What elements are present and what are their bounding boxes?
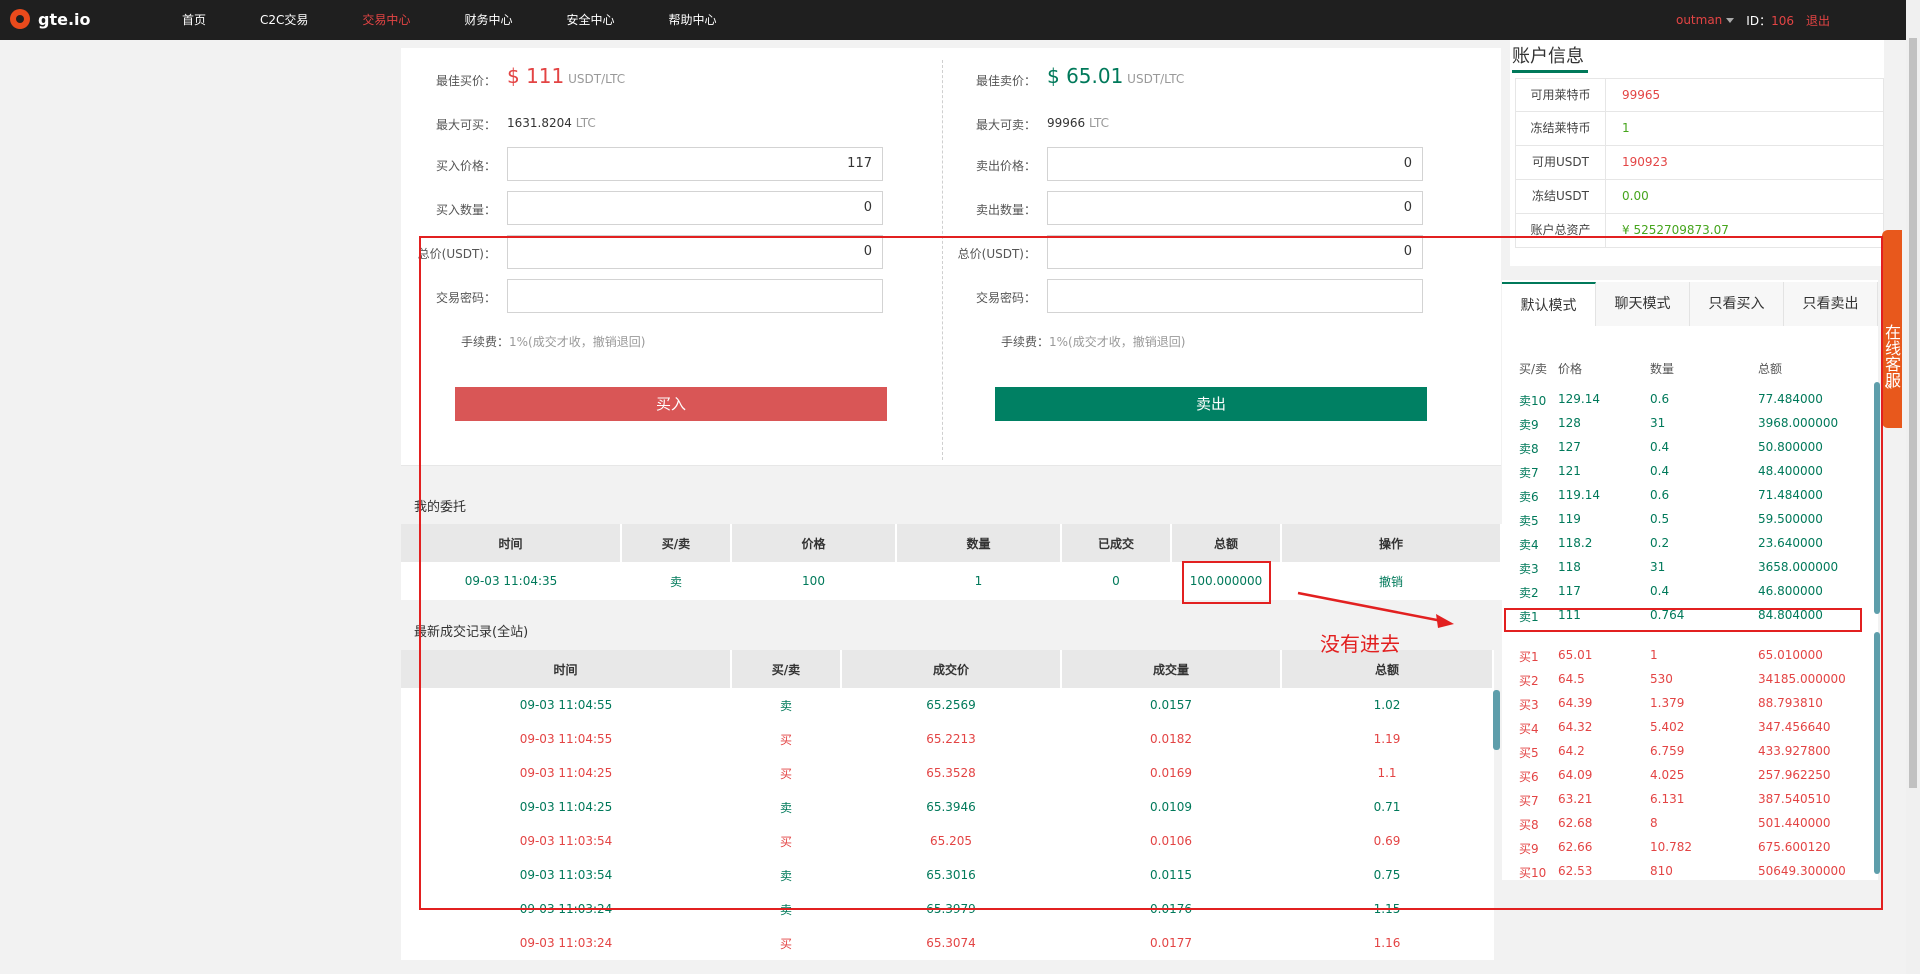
buy-qty-label: 买入数量： [435, 203, 496, 217]
title-underline [1512, 70, 1588, 73]
annotation-arrow [1297, 591, 1454, 628]
max-sell-unit: LTC [1089, 116, 1110, 130]
annotation-text: 没有进去 [1320, 632, 1400, 656]
best-sell-price-label: 最佳卖价： [975, 74, 1036, 88]
buy-qty-input[interactable]: 0 [507, 191, 883, 225]
account-row-label: 冻结USDT [1516, 180, 1606, 213]
cell-side: 买 [779, 936, 792, 951]
annotation-box-total [1182, 561, 1271, 604]
best-sell-price: $ 65.01 USDT/LTC [1047, 64, 1184, 88]
user-box: outman ID：106 退出 [1676, 0, 1830, 40]
account-row-value: 190923 [1622, 155, 1668, 169]
buy-price-label: 买入价格： [435, 159, 496, 173]
user-id-label: ID： [1746, 13, 1772, 28]
best-sell-price-unit: USDT/LTC [1127, 72, 1185, 86]
best-buy-price-unit: USDT/LTC [568, 72, 626, 86]
account-row-value: 1 [1622, 121, 1630, 135]
buy-price-input[interactable]: 117 [507, 147, 883, 181]
account-row: 冻结莱特币 1 [1515, 112, 1884, 146]
annotation-box-main [419, 236, 1883, 910]
user-menu[interactable]: outman [1675, 13, 1735, 27]
account-row-value: 0.00 [1622, 189, 1649, 203]
sell-qty-input[interactable]: 0 [1047, 191, 1423, 225]
account-row: 冻结USDT 0.00 [1515, 180, 1884, 214]
sell-price-row: 卖出价格： 0 [941, 147, 1441, 181]
best-sell-price-row: 最佳卖价： $ 65.01 USDT/LTC [941, 62, 1441, 96]
username: outman [1675, 13, 1723, 27]
double-chevron-left-icon[interactable]: « [1884, 378, 1893, 394]
top-navigation-bar: gte.io 首页 C2C交易 交易中心 财务中心 安全中心 帮助中心 outm… [0, 0, 1920, 40]
nav-finance[interactable]: 财务中心 [437, 0, 539, 40]
max-buy-row: 最大可买： 1631.8204 LTC [401, 106, 901, 140]
main-nav: 首页 C2C交易 交易中心 财务中心 安全中心 帮助中心 [155, 0, 743, 40]
max-buy: 1631.8204 LTC [507, 116, 596, 130]
sell-qty-row: 卖出数量： 0 [941, 191, 1441, 225]
table-row: 09-03 11:03:24 买 65.3074 0.0177 1.16 [401, 926, 1493, 960]
max-buy-label: 最大可买： [435, 118, 496, 132]
cell-total: 1.16 [1373, 936, 1401, 950]
best-sell-price-value: $ 65.01 [1047, 64, 1124, 88]
logo-icon [10, 9, 30, 29]
max-buy-unit: LTC [575, 116, 596, 130]
sell-price-label: 卖出价格： [975, 159, 1036, 173]
user-id-value: 106 [1771, 13, 1794, 28]
max-sell-label: 最大可卖： [975, 118, 1036, 132]
max-buy-value: 1631.8204 [507, 116, 572, 130]
sell-price-input[interactable]: 0 [1047, 147, 1423, 181]
cell-price: 65.3074 [926, 936, 976, 950]
account-row-label: 可用莱特币 [1516, 79, 1606, 112]
sell-qty-label: 卖出数量： [975, 203, 1036, 217]
cell-time: 09-03 11:03:24 [519, 936, 613, 950]
max-sell: 99966 LTC [1047, 116, 1109, 130]
account-row: 可用莱特币 99965 [1515, 78, 1884, 112]
nav-help[interactable]: 帮助中心 [641, 0, 743, 40]
account-info-title: 账户信息 [1512, 46, 1584, 67]
max-sell-row: 最大可卖： 99966 LTC [941, 106, 1441, 140]
logout-link[interactable]: 退出 [1806, 12, 1830, 29]
chevron-down-icon [1726, 17, 1735, 23]
cell-qty: 0.0177 [1150, 936, 1192, 950]
annotation-box-sell1 [1504, 608, 1862, 632]
logo-text: gte.io [38, 9, 91, 29]
account-row-label: 冻结莱特币 [1516, 112, 1606, 145]
page-scrollbar-thumb[interactable] [1909, 38, 1917, 788]
best-buy-price-value: $ 111 [507, 64, 565, 88]
max-sell-value: 99966 [1047, 116, 1086, 130]
nav-c2c[interactable]: C2C交易 [233, 0, 335, 40]
user-id: ID：106 [1746, 12, 1794, 29]
nav-trade-center[interactable]: 交易中心 [335, 0, 437, 40]
logo[interactable]: gte.io [10, 9, 91, 29]
account-row: 可用USDT 190923 [1515, 146, 1884, 180]
best-buy-price: $ 111 USDT/LTC [507, 64, 625, 88]
account-info-panel: 账户信息 可用莱特币 99965 冻结莱特币 1 可用USDT 190923 冻结USDT 0… [1510, 40, 1884, 266]
buy-price-row: 买入价格： 117 [401, 147, 901, 181]
account-row-label: 可用USDT [1516, 146, 1606, 179]
nav-security[interactable]: 安全中心 [539, 0, 641, 40]
account-row-value: 99965 [1622, 88, 1661, 102]
buy-qty-row: 买入数量： 0 [401, 191, 901, 225]
page-scrollbar[interactable] [1906, 0, 1920, 974]
online-service-tab[interactable]: 在线客服 [1882, 230, 1902, 428]
best-buy-price-label: 最佳买价： [435, 74, 496, 88]
best-buy-price-row: 最佳买价： $ 111 USDT/LTC [401, 62, 901, 96]
nav-home[interactable]: 首页 [155, 0, 233, 40]
